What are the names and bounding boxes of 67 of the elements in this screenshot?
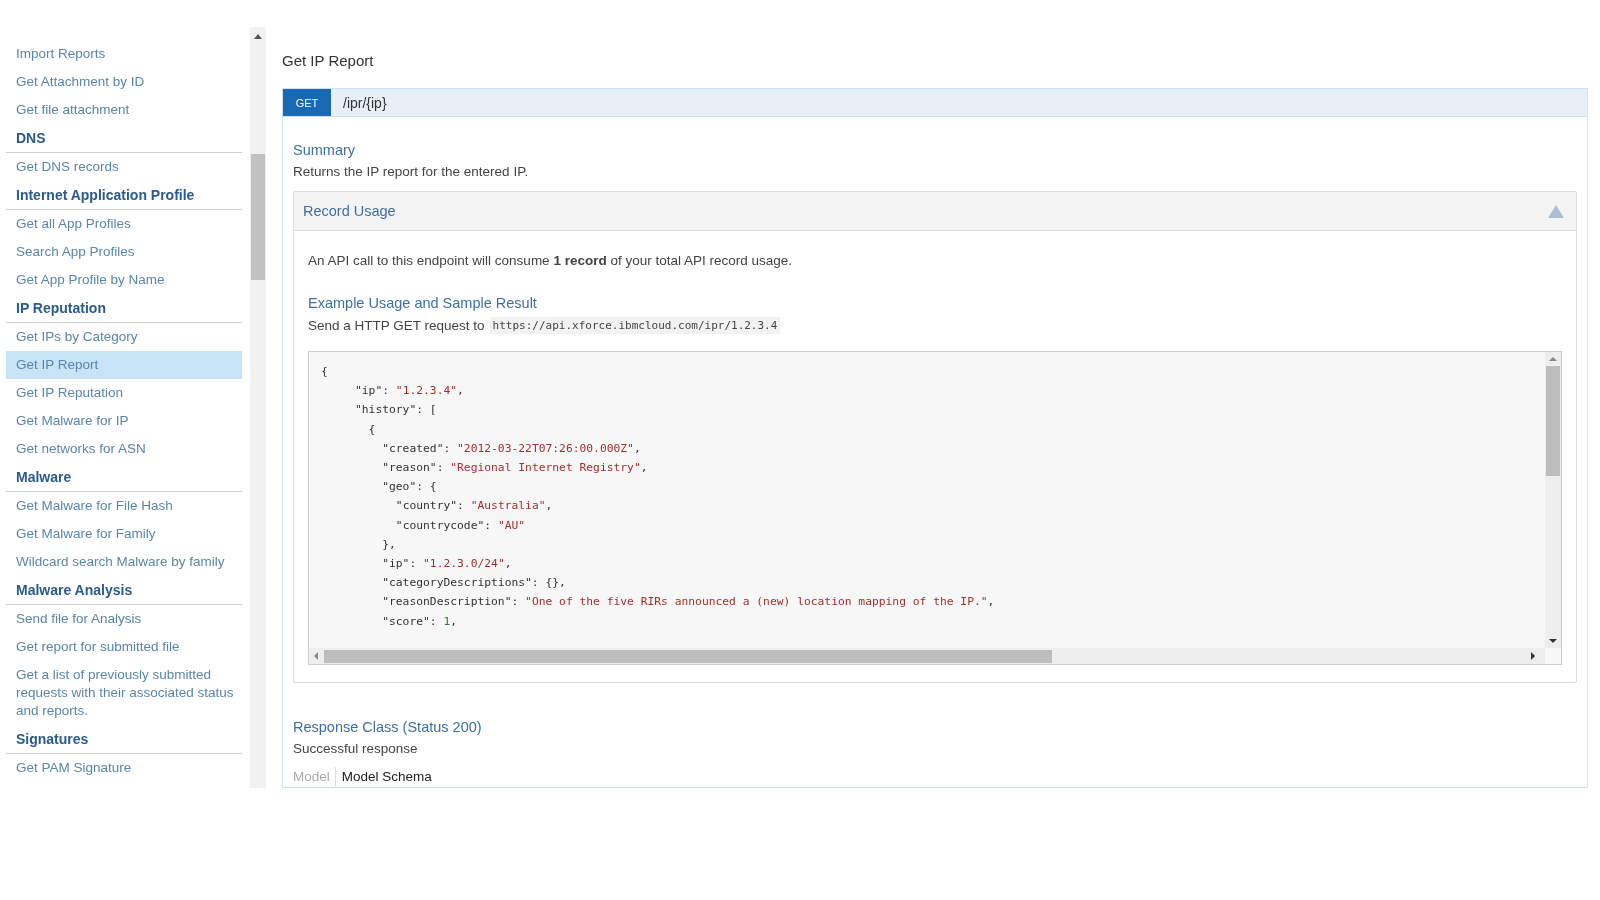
sidebar-item[interactable]: Get IP Reputation <box>6 379 242 407</box>
section-heading: Summary <box>293 142 357 158</box>
sidebar-item[interactable]: Get report for submitted file <box>6 633 242 661</box>
summary-text: Returns the IP report for the entered IP. <box>293 164 530 179</box>
sidebar-item[interactable]: Send file for Analysis <box>6 605 242 633</box>
code-line: "reasonDescription": "One of the five RIRs announced a (new) location mapping of the IP.", <box>381 594 996 611</box>
code-line: "score": 1, <box>381 613 459 630</box>
sidebar-section-heading: DNS <box>6 124 242 153</box>
sidebar-item[interactable]: Get App Profile by Name <box>6 266 242 294</box>
sidebar-item[interactable]: Get Malware for IP <box>6 407 242 435</box>
scroll-up-icon[interactable] <box>254 34 262 39</box>
endpoint-path: /ipr/{ip} <box>343 94 387 111</box>
code-line: "ip": "1.2.3.0/24", <box>381 556 513 573</box>
scroll-down-icon[interactable] <box>1549 639 1557 643</box>
response-text: Successful response <box>293 741 419 756</box>
sidebar-item[interactable]: Import Reports <box>6 40 242 68</box>
sidebar-item[interactable]: Get a list of previously submitted requests with their associated status and reports. <box>6 661 242 725</box>
sidebar-item[interactable]: Get all App Profiles <box>6 210 242 238</box>
sidebar-item[interactable]: Search App Profiles <box>6 238 242 266</box>
code-line: "categoryDescriptions": {}, <box>381 575 567 592</box>
sidebar-item[interactable]: Get Malware for File Hash <box>6 492 242 520</box>
panel-header[interactable]: Record Usage <box>294 192 1576 231</box>
endpoint-bar[interactable]: GET /ipr/{ip} <box>283 89 1587 117</box>
code-line: { <box>367 421 377 438</box>
horizontal-scrollbar[interactable] <box>309 648 1545 664</box>
section-heading: Response Class (Status 200) <box>293 719 483 735</box>
vertical-scrollbar[interactable] <box>1545 352 1561 648</box>
model-tab[interactable]: Model <box>293 767 335 786</box>
sidebar-section-heading: Signatures <box>6 725 242 754</box>
code-line: "ip": "1.2.3.4", <box>354 383 465 400</box>
code-line: { <box>321 364 329 380</box>
section-heading: Example Usage and Sample Result <box>308 295 538 311</box>
sidebar-item[interactable]: Get PAM Signature <box>6 754 242 782</box>
collapse-triangle-icon[interactable] <box>1548 204 1564 218</box>
sidebar-section-heading: IP Reputation <box>6 294 242 323</box>
code-line: "geo": { <box>381 479 438 496</box>
sidebar-section-heading: Internet Application Profile <box>6 181 242 210</box>
scrollbar-thumb[interactable] <box>324 649 1052 663</box>
sidebar-section-heading: Malware Analysis <box>6 576 242 605</box>
code-line: }, <box>381 536 397 553</box>
sidebar-item[interactable]: Wildcard search Malware by family <box>6 548 242 576</box>
scroll-right-icon[interactable] <box>1531 652 1535 660</box>
sidebar-item[interactable]: Get networks for ASN <box>6 435 242 463</box>
code-line: "country": "Australia", <box>394 498 554 515</box>
scrollbar-thumb[interactable] <box>251 154 265 280</box>
record-usage-text: An API call to this endpoint will consume 1 record of your total API record usage. <box>308 253 794 268</box>
code-line: "reason": "Regional Internet Registry", <box>381 460 649 476</box>
sidebar-item[interactable]: Get IPs by Category <box>6 323 242 351</box>
panel-title: Record Usage <box>303 203 396 219</box>
sidebar-item[interactable]: Get Malware for Family <box>6 520 242 548</box>
code-line: "history": [ <box>354 402 438 419</box>
scroll-left-icon[interactable] <box>314 652 318 660</box>
model-tab[interactable]: Model Schema <box>334 767 437 786</box>
sidebar-item[interactable]: Get IP Report <box>6 351 242 379</box>
request-url: https://api.xforce.ibmcloud.com/ipr/1.2.3.4 <box>489 317 781 334</box>
scrollbar-thumb[interactable] <box>1546 366 1560 476</box>
request-text: Send a HTTP GET request to <box>308 318 485 333</box>
sidebar-section-heading: Malware <box>6 463 242 492</box>
sidebar-item[interactable]: Get Attachment by ID <box>6 68 242 96</box>
http-method-badge: GET <box>283 89 331 116</box>
sidebar-item[interactable]: Get file attachment <box>6 96 242 124</box>
sidebar-item[interactable]: Get DNS records <box>6 153 242 181</box>
code-line: "countrycode": "AU" <box>394 517 527 534</box>
scrollbar[interactable] <box>250 27 266 788</box>
code-line: "created": "2012-03-22T07:26:00.000Z", <box>381 440 642 457</box>
page-title: Get IP Report <box>282 52 375 69</box>
scroll-up-icon[interactable] <box>1549 357 1557 361</box>
